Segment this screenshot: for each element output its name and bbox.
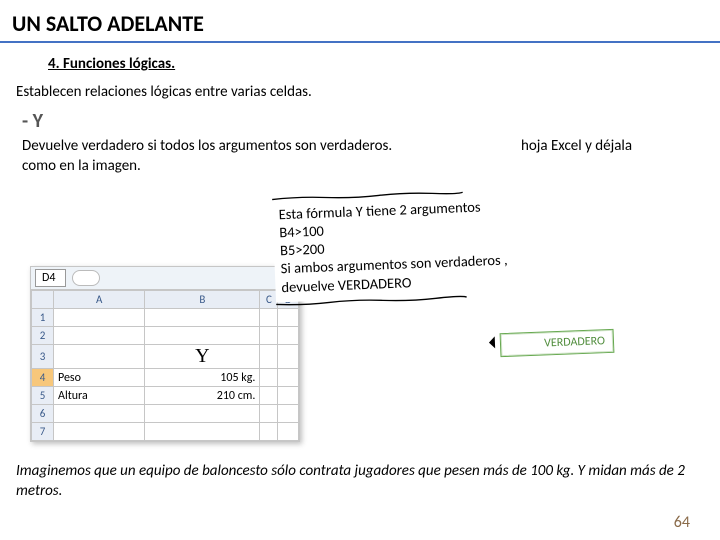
row-header-3: 3: [32, 345, 54, 369]
row-header-5: 5: [32, 387, 54, 405]
row-header-2: 2: [32, 327, 54, 345]
title-underline: [0, 41, 720, 43]
cell-b5: 210 cm.: [145, 387, 260, 405]
function-description: Devuelve verdadero si todos los argument…: [0, 137, 720, 176]
subsection-heading: 4. Funciones lógicas.: [0, 51, 720, 83]
cell-b4: 105 kg.: [145, 369, 260, 387]
page-number: 64: [674, 513, 690, 532]
desc-pre: Devuelve verdadero si todos los argument…: [22, 137, 392, 155]
col-header-b: B: [145, 291, 260, 309]
col-header-a: A: [54, 291, 145, 309]
row-header-6: 6: [32, 405, 54, 423]
spreadsheet-grid: D4 A B C D 1 2 3Y 4Peso105 kg. 5Altura21…: [30, 266, 300, 442]
corner-cell: [32, 291, 54, 309]
callout-note: Esta fórmula Y tiene 2 argumentos B4>100…: [272, 191, 562, 303]
excel-illustration: D4 A B C D 1 2 3Y 4Peso105 kg. 5Altura21…: [0, 226, 720, 444]
cell-a5: Altura: [54, 387, 145, 405]
function-name: - Y: [0, 107, 720, 137]
result-cell: VERDADERO: [500, 329, 615, 357]
row-header-1: 1: [32, 309, 54, 327]
bottom-paragraph: Imaginemos que un equipo de baloncesto s…: [16, 462, 704, 501]
cell-b3: Y: [145, 345, 260, 369]
cell-a4: Peso: [54, 369, 145, 387]
fx-icon: [72, 270, 100, 286]
callout-bottom-edge: [276, 295, 467, 306]
intro-text: Establecen relaciones lógicas entre vari…: [0, 83, 720, 107]
formula-bar: D4: [31, 267, 299, 290]
name-box: D4: [35, 269, 66, 287]
row-header-7: 7: [32, 423, 54, 441]
row-header-4: 4: [32, 369, 54, 387]
cells-table: A B C D 1 2 3Y 4Peso105 kg. 5Altura210 c…: [31, 290, 299, 441]
page-title: UN SALTO ADELANTE: [0, 0, 720, 41]
